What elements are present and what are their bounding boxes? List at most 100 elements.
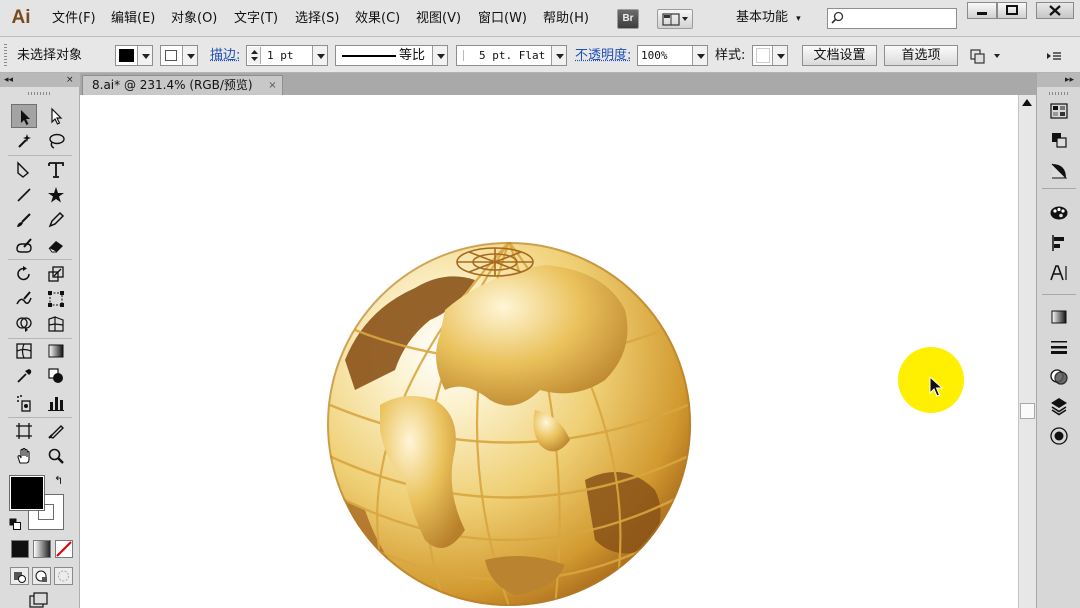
menu-effect[interactable]: 效果(C): [355, 10, 400, 27]
expand-panels-icon[interactable]: ▸▸: [1065, 74, 1074, 86]
menu-type[interactable]: 文字(T): [234, 10, 278, 27]
type-icon: [47, 161, 65, 179]
help-search-input[interactable]: [848, 10, 954, 27]
color-mode-button[interactable]: [11, 540, 29, 558]
blend-tool[interactable]: [43, 364, 69, 388]
document-setup-button[interactable]: 文档设置: [802, 45, 877, 66]
layers-panel-button[interactable]: [1047, 394, 1071, 418]
warp-tool[interactable]: [11, 287, 37, 311]
gradient-mode-button[interactable]: [33, 540, 51, 558]
stroke-weight-stepper[interactable]: [248, 47, 261, 64]
workspace-switcher[interactable]: 基本功能 ▾: [736, 9, 801, 28]
blob-brush-tool[interactable]: [11, 233, 37, 257]
scrollbar-thumb[interactable]: [1020, 403, 1035, 419]
panel-dock-header[interactable]: ▸▸: [1037, 73, 1080, 87]
direct-selection-tool[interactable]: [43, 104, 69, 128]
gradient-tool[interactable]: [43, 339, 69, 363]
line-segment-tool[interactable]: [11, 183, 37, 207]
appearance-panel-button[interactable]: [1047, 424, 1071, 448]
hand-tool[interactable]: [11, 444, 37, 468]
symbol-sprayer-tool[interactable]: [11, 391, 37, 415]
stroke-profile-label: 等比: [399, 47, 425, 64]
type-tool[interactable]: [43, 158, 69, 182]
control-bar-grip[interactable]: [4, 44, 7, 66]
scroll-up-arrow-icon[interactable]: [1022, 99, 1032, 106]
pencil-tool[interactable]: [43, 208, 69, 232]
menu-view[interactable]: 视图(V): [416, 10, 461, 27]
palette-icon: [1049, 203, 1069, 223]
help-search-field[interactable]: [827, 8, 957, 29]
menu-edit[interactable]: 编辑(E): [111, 10, 155, 27]
transform-panel-button[interactable]: [1047, 159, 1071, 183]
rotate-tool[interactable]: [11, 262, 37, 286]
stroke-color-dropdown[interactable]: [160, 45, 198, 66]
brush-definition-dropdown[interactable]: 5 pt. Flat: [456, 45, 567, 66]
menu-help[interactable]: 帮助(H): [543, 10, 589, 27]
mesh-tool[interactable]: [11, 339, 37, 363]
artboard-canvas[interactable]: [80, 95, 1018, 608]
column-graph-tool[interactable]: [43, 391, 69, 415]
collapse-icon[interactable]: ◂◂: [4, 74, 13, 86]
swatches-panel-button[interactable]: [1047, 99, 1071, 123]
eraser-tool[interactable]: [43, 233, 69, 257]
vertical-scrollbar[interactable]: [1018, 95, 1036, 608]
eyedropper-tool[interactable]: [11, 364, 37, 388]
menu-window[interactable]: 窗口(W): [478, 10, 527, 27]
gold-globe-artwork[interactable]: [325, 240, 693, 608]
magic-wand-tool[interactable]: [11, 129, 37, 153]
arrange-documents-button[interactable]: [657, 9, 693, 29]
color-guide-panel-button[interactable]: [1047, 201, 1071, 225]
stroke-weight-field[interactable]: 1 pt: [246, 45, 328, 66]
menu-select[interactable]: 选择(S): [295, 10, 339, 27]
graphic-style-dropdown[interactable]: [752, 45, 788, 66]
minimize-button[interactable]: [967, 2, 997, 19]
selection-tool[interactable]: [11, 104, 37, 128]
close-panel-icon[interactable]: ×: [66, 74, 74, 86]
transparency-panel-link[interactable]: 不透明度:: [575, 47, 631, 64]
maximize-button[interactable]: [997, 2, 1027, 19]
bridge-button[interactable]: Br: [617, 9, 639, 29]
search-icon: [831, 11, 845, 25]
screen-mode-button[interactable]: [26, 591, 52, 608]
menu-object[interactable]: 对象(O): [171, 10, 217, 27]
variable-width-profile-dropdown[interactable]: 等比: [335, 45, 448, 66]
panel-dock-grip[interactable]: [1049, 92, 1069, 95]
perspective-grid-tool[interactable]: [43, 312, 69, 336]
menu-file[interactable]: 文件(F): [52, 10, 96, 27]
close-window-button[interactable]: [1036, 2, 1074, 19]
artboard-tool[interactable]: [11, 419, 37, 443]
pen-tool[interactable]: [11, 158, 37, 182]
close-document-icon[interactable]: ×: [266, 79, 279, 92]
preferences-button[interactable]: 首选项: [884, 45, 958, 66]
isolate-selection-button[interactable]: [968, 46, 1008, 66]
panel-menu-button[interactable]: [1044, 46, 1064, 66]
none-mode-button[interactable]: [55, 540, 73, 558]
stroke-panel-button[interactable]: [1047, 335, 1071, 359]
swap-fill-stroke-icon[interactable]: ↰: [54, 475, 63, 487]
draw-behind-button[interactable]: [32, 567, 51, 585]
zoom-tool[interactable]: [43, 444, 69, 468]
align-panel-button[interactable]: [1047, 231, 1071, 255]
fill-color-dropdown[interactable]: [115, 45, 153, 66]
star-tool[interactable]: [43, 183, 69, 207]
scale-tool[interactable]: [43, 262, 69, 286]
arrange-panel-button[interactable]: [1047, 128, 1071, 152]
free-transform-tool[interactable]: [43, 287, 69, 311]
document-tab[interactable]: 8.ai* @ 231.4% (RGB/预览) ×: [82, 75, 283, 95]
shape-builder-tool[interactable]: [11, 312, 37, 336]
draw-normal-button[interactable]: [10, 567, 29, 585]
default-colors-icon[interactable]: [9, 518, 21, 530]
opacity-field[interactable]: 100%: [637, 45, 708, 66]
selection-arrow-icon: [16, 108, 34, 126]
slice-tool[interactable]: [43, 419, 69, 443]
tools-panel-header[interactable]: ◂◂ ×: [0, 73, 80, 87]
gradient-panel-button[interactable]: [1047, 305, 1071, 329]
tools-panel-grip[interactable]: [28, 92, 50, 95]
stroke-panel-link[interactable]: 描边:: [210, 47, 240, 64]
paintbrush-tool[interactable]: [11, 208, 37, 232]
fill-color-box[interactable]: [10, 476, 44, 510]
character-panel-button[interactable]: [1047, 261, 1071, 285]
lasso-tool[interactable]: [43, 129, 69, 153]
transparency-panel-button[interactable]: [1047, 365, 1071, 389]
draw-inside-button[interactable]: [54, 567, 73, 585]
